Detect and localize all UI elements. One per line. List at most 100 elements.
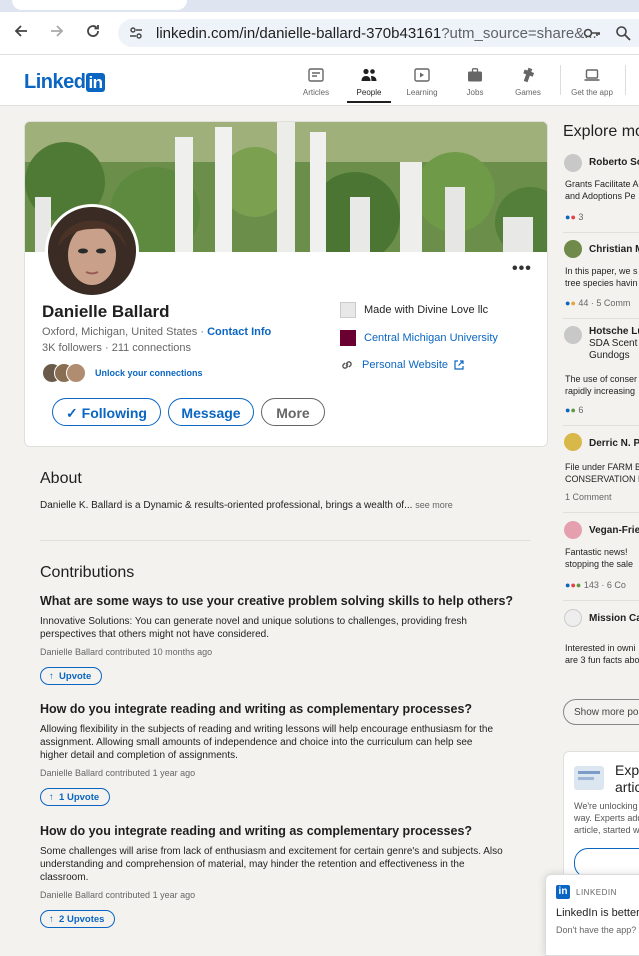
show-more-posts-button[interactable]: Show more pos [563, 699, 639, 725]
post-author-avatar[interactable] [564, 154, 582, 172]
link-icon [340, 358, 354, 372]
external-link-icon [454, 360, 464, 370]
contribution-body: Allowing flexibility in the subjects of … [40, 723, 540, 762]
post-author[interactable]: Mission Cat [589, 613, 639, 624]
post-line: tree species havin [565, 278, 638, 288]
laptop-icon [567, 65, 617, 85]
post-line: The use of conser [565, 374, 638, 384]
post-author-block[interactable]: Hotsche Lui SDA Scent D Gundogs [589, 326, 639, 362]
post-text[interactable]: File under FARM B CONSERVATION F [565, 461, 639, 485]
site-settings-icon[interactable] [128, 25, 144, 46]
contribution-line: understanding and comprehension of mater… [40, 859, 465, 870]
key-icon[interactable] [583, 25, 601, 46]
post-text[interactable]: Grants Facilitate A and Adoptions Pe [565, 178, 639, 202]
contribution-item: How do you integrate reading and writing… [40, 824, 540, 928]
nav-get-app[interactable]: Get the app [567, 65, 617, 97]
post-text[interactable]: The use of conser rapidly increasing [565, 373, 637, 397]
contribution-line: perspectives that others might not have … [40, 629, 270, 640]
current-company[interactable]: Made with Divine Love llc [340, 302, 488, 318]
post-divider [563, 600, 639, 601]
profile-location-line: Oxford, Michigan, United States · Contac… [42, 326, 272, 338]
company-logo-icon [340, 302, 356, 318]
contact-info-link[interactable]: Contact Info [207, 326, 271, 338]
post-divider [563, 425, 639, 426]
explore-articles-line: article, started w [574, 825, 639, 835]
nav-games[interactable]: Games [503, 65, 553, 97]
nav-divider [560, 65, 561, 95]
explore-articles-title-line: Expl [615, 762, 639, 778]
post-text[interactable]: In this paper, we s tree species havin [565, 265, 638, 289]
upvote-button[interactable]: ↑ Upvote [40, 667, 103, 685]
post-author[interactable]: Derric N. Pe [589, 438, 639, 449]
about-text: Danielle K. Ballard is a Dynamic & resul… [40, 500, 413, 511]
post-comments[interactable]: 1 Comment [565, 492, 612, 502]
contribution-question[interactable]: How do you integrate reading and writing… [40, 702, 540, 716]
unlock-connections-link[interactable]: Unlock your connections [95, 368, 203, 378]
post-line: rapidly increasing [565, 386, 636, 396]
post-author[interactable]: Vegan-Frien [589, 525, 639, 536]
url-text: linkedin.com/in/danielle-ballard-370b431… [156, 25, 597, 42]
upvote-arrow-icon: ↑ [49, 914, 54, 925]
contribution-question[interactable]: How do you integrate reading and writing… [40, 824, 540, 838]
linkedin-logo[interactable]: Linked in [24, 71, 105, 94]
post-author-avatar[interactable] [564, 609, 582, 627]
school[interactable]: Central Michigan University [340, 330, 498, 346]
personal-website-link[interactable]: Personal Website [340, 358, 464, 372]
logo-text: Linked [24, 71, 86, 93]
reload-icon[interactable] [82, 22, 104, 44]
post-author-avatar[interactable] [564, 433, 582, 451]
explore-articles-card: Expl artic We're unlocking way. Experts … [563, 751, 639, 883]
address-bar[interactable]: linkedin.com/in/danielle-ballard-370b431… [118, 19, 639, 47]
more-button[interactable]: More [261, 398, 325, 426]
logo-in: in [86, 73, 105, 92]
school-name: Central Michigan University [364, 332, 498, 344]
popup-title: LinkedIn is better [556, 907, 639, 919]
post-author[interactable]: Christian Mo [589, 244, 639, 255]
nav-label: Articles [302, 88, 330, 97]
company-name: Made with Divine Love llc [364, 304, 489, 316]
browser-tab-strip [0, 0, 639, 12]
post-author-avatar[interactable] [564, 240, 582, 258]
post-reactions: ●●● 143 · 6 Co [565, 580, 626, 590]
profile-name: Danielle Ballard [42, 302, 170, 321]
post-text[interactable]: Interested in owni are 3 fun facts abo [565, 642, 639, 666]
nav-learning[interactable]: Learning [397, 65, 447, 97]
post-line: Grants Facilitate A [565, 179, 639, 189]
post-line: and Adoptions Pe [565, 191, 636, 201]
zoom-icon[interactable] [615, 25, 631, 46]
message-button[interactable]: Message [168, 398, 254, 426]
contribution-body: Innovative Solutions: You can generate n… [40, 615, 540, 641]
profile-avatar[interactable] [45, 204, 139, 298]
post-line: Interested in owni [565, 643, 636, 653]
browser-tab[interactable] [12, 0, 187, 10]
people-icon [344, 65, 394, 85]
support-icon: ● [570, 405, 576, 415]
nav-articles[interactable]: Articles [291, 65, 341, 97]
back-arrow-icon[interactable] [10, 22, 32, 44]
celebrate-icon: ● [570, 298, 576, 308]
post-author-avatar[interactable] [564, 521, 582, 539]
see-more-link[interactable]: see more [415, 500, 453, 510]
post-author: Hotsche Lui [589, 326, 639, 337]
contribution-question[interactable]: What are some ways to use your creative … [40, 594, 540, 608]
contribution-body: Some challenges will arise from lack of … [40, 845, 540, 884]
post-author-avatar[interactable] [564, 326, 582, 344]
following-button[interactable]: ✓ Following [52, 398, 161, 426]
post-text[interactable]: Fantastic news! stopping the sale [565, 546, 633, 570]
support-icon: ● [575, 580, 582, 590]
upvote-button[interactable]: ↑ 2 Upvotes [40, 910, 116, 928]
nav-jobs[interactable]: Jobs [450, 65, 500, 97]
post-author[interactable]: Roberto Sot [589, 157, 639, 168]
articles-illustration-icon [574, 766, 604, 790]
linkedin-small-logo-icon: in [556, 885, 570, 899]
forward-arrow-icon[interactable] [46, 22, 68, 44]
checkmark-icon: ✓ [66, 405, 78, 421]
nav-people[interactable]: People [344, 65, 394, 103]
app-promo-popup[interactable]: in LINKEDIN LinkedIn is better Don't hav… [545, 874, 639, 956]
more-options-icon[interactable]: ••• [512, 260, 532, 278]
reaction-count: 6 [578, 405, 584, 415]
nav-divider [625, 65, 626, 95]
popup-subtitle: Don't have the app? [556, 925, 637, 935]
upvote-button[interactable]: ↑ 1 Upvote [40, 788, 111, 806]
heart-icon: ● [570, 212, 576, 222]
